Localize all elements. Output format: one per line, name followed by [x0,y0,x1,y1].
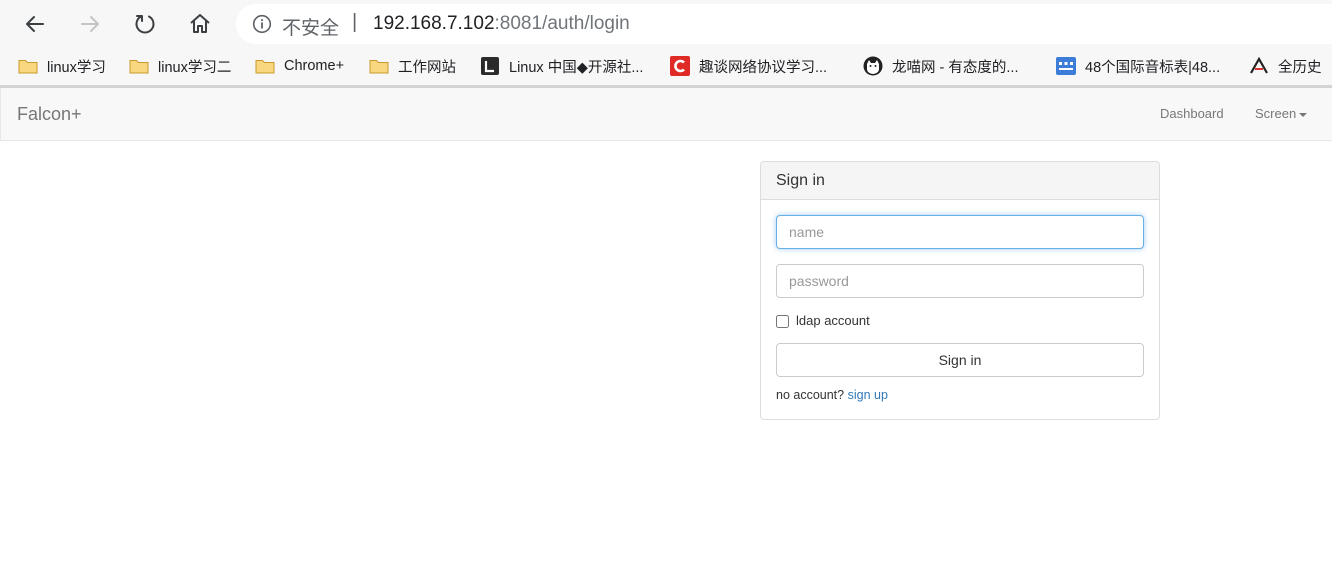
cat-icon [863,56,883,76]
panel-heading: Sign in [761,162,1159,200]
nav-dashboard[interactable]: Dashboard [1160,106,1224,121]
nav-screen-dropdown[interactable]: Screen [1255,106,1308,121]
ldap-label: ldap account [796,313,870,328]
reload-icon [135,15,155,34]
info-icon[interactable] [252,14,272,34]
bookmark-label: 龙喵网 - 有态度的... [892,59,1019,76]
name-input[interactable] [776,215,1144,249]
signin-button[interactable]: Sign in [776,343,1144,377]
folder-icon [369,57,389,75]
bookmark-label: 趣谈网络协议学习... [699,59,828,76]
password-input[interactable] [776,264,1144,298]
bookmark-linux-china[interactable]: Linux 中国◆开源社... [480,55,643,77]
no-account-text: no account? [776,388,845,402]
history-icon [1249,57,1269,75]
bookmark-linux-study-2[interactable]: linux学习二 [129,55,231,77]
home-button[interactable] [184,8,216,40]
bookmark-work-sites[interactable]: 工作网站 [369,55,456,77]
forward-button[interactable] [74,8,106,40]
bookmark-label: 全历史 [1278,59,1322,76]
back-arrow-icon [26,16,44,32]
ldap-option[interactable]: ldap account [776,313,870,328]
bookmark-label: 工作网站 [398,59,456,76]
caret-down-icon [1299,112,1308,117]
bookmark-geektime[interactable]: 趣谈网络协议学习... [670,55,827,77]
bookmark-history[interactable]: 全历史 [1249,55,1322,77]
geektime-icon [670,56,690,76]
folder-icon [129,57,149,75]
forward-arrow-icon [81,16,99,32]
url-path: :8081/auth/login [494,13,630,34]
back-button[interactable] [19,8,51,40]
address-separator: | [352,11,358,33]
security-status[interactable]: 不安全 [282,13,339,40]
signup-link[interactable]: sign up [848,388,888,402]
address-bar[interactable]: 不安全 | 192.168.7.102:8081/auth/login [236,4,1332,44]
bookmark-label: Chrome+ [284,58,345,74]
ldap-checkbox[interactable] [776,315,789,328]
folder-icon [255,57,275,75]
top-navbar: Falcon+ Dashboard Screen [0,88,1332,141]
bookmarks-bar: linux学习 linux学习二 Chrome+ 工作网站 Linux 中国◆开… [0,47,1332,85]
folder-icon [18,57,38,75]
reload-button[interactable] [129,8,161,40]
browser-chrome: 不安全 | 192.168.7.102:8081/auth/login linu… [0,0,1332,88]
url-host: 192.168.7.102 [373,13,495,34]
home-icon [190,14,210,33]
signup-prompt: no account? sign up [776,388,888,402]
url-text[interactable]: 192.168.7.102:8081/auth/login [373,13,630,35]
bookmark-label: 48个国际音标表|48... [1085,59,1221,76]
brand-logo[interactable]: Falcon+ [17,104,82,125]
bookmark-longmiao[interactable]: 龙喵网 - 有态度的... [863,55,1018,77]
bookmark-linux-study[interactable]: linux学习 [18,55,106,77]
phonetic-icon [1056,57,1076,75]
signin-panel: Sign in ldap account Sign in no account?… [760,161,1160,420]
bookmark-phonetic[interactable]: 48个国际音标表|48... [1056,55,1220,77]
bookmark-label: linux学习二 [158,59,232,76]
nav-screen-label: Screen [1255,106,1297,121]
bookmark-label: linux学习 [47,59,106,76]
bookmark-chrome-plus[interactable]: Chrome+ [255,55,344,77]
bookmark-label: Linux 中国◆开源社... [509,59,644,76]
linux-china-icon [480,57,500,75]
browser-toolbar: 不安全 | 192.168.7.102:8081/auth/login [0,0,1332,47]
